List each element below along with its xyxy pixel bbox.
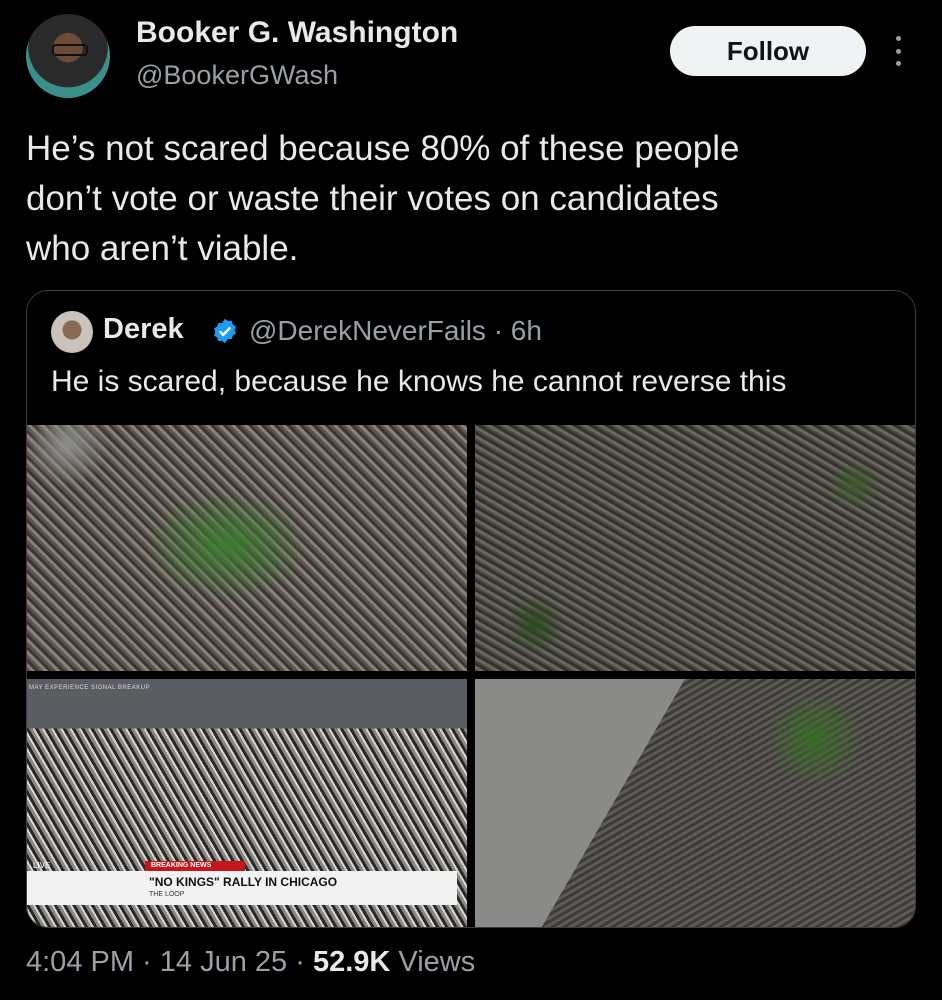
tweet-timestamp[interactable]: 4:04 PM · 14 Jun 25 · — [26, 946, 313, 978]
author-handle[interactable]: @BookerGWash — [136, 60, 338, 91]
glasses-detail — [52, 44, 88, 56]
media-photo-4[interactable] — [475, 679, 915, 927]
more-options-icon[interactable] — [888, 36, 908, 66]
author-avatar[interactable] — [26, 14, 110, 98]
verified-badge-icon — [214, 318, 236, 344]
tweet-text: He’s not scared because 80% of these peo… — [26, 129, 740, 268]
follow-button[interactable]: Follow — [670, 26, 866, 76]
media-grid: MAY EXPERIENCE SIGNAL BREAKUP LIVE BREAK… — [27, 425, 915, 927]
quoted-avatar — [51, 311, 93, 353]
broadcast-headline: "NO KINGS" RALLY IN CHICAGO — [149, 875, 338, 889]
views-count[interactable]: 52.9K — [313, 946, 390, 978]
broadcast-live-label: LIVE — [33, 861, 51, 870]
author-name[interactable]: Booker G. Washington — [136, 16, 458, 50]
media-photo-1[interactable] — [27, 425, 467, 671]
quoted-meta: @DerekNeverFails · 6h — [249, 315, 542, 346]
quoted-tweet[interactable]: Derek @DerekNeverFails · 6h He is scared… — [26, 290, 916, 928]
breaking-news-label: BREAKING NEWS — [145, 861, 245, 871]
tweet-footer: 4:04 PM · 14 Jun 25 · 52.9K Views — [26, 946, 475, 979]
quoted-author-name: Derek — [103, 313, 184, 345]
views-label: Views — [390, 946, 476, 978]
broadcast-subheadline: THE LOOP — [149, 891, 185, 898]
quoted-text: He is scared, because he knows he cannot… — [51, 365, 787, 398]
broadcast-signal-label: MAY EXPERIENCE SIGNAL BREAKUP — [29, 685, 151, 691]
media-photo-3[interactable]: MAY EXPERIENCE SIGNAL BREAKUP LIVE BREAK… — [27, 679, 467, 927]
media-photo-2[interactable] — [475, 425, 915, 671]
